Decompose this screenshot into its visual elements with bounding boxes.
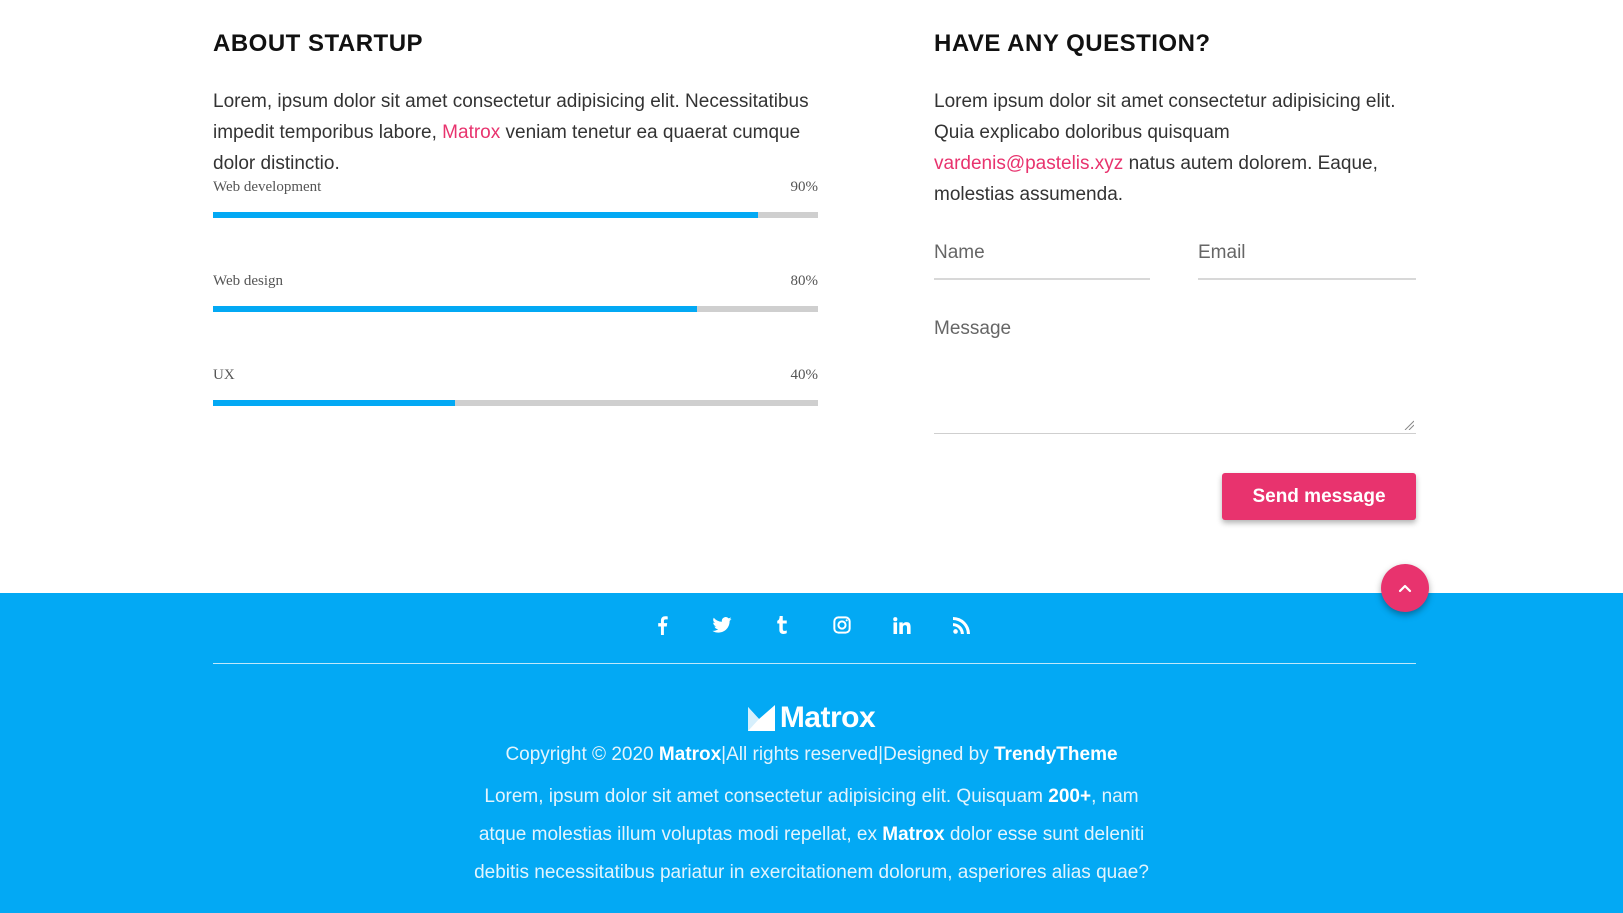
skill-ux: UX 40% bbox=[213, 367, 818, 461]
contact-title: HAVE ANY QUESTION? bbox=[934, 30, 1211, 57]
about-highlight-link[interactable]: Matrox bbox=[442, 122, 500, 143]
tumblr-icon[interactable] bbox=[752, 610, 812, 640]
progress-track bbox=[213, 400, 818, 406]
footer: Matrox Copyright © 2020 Matrox|All right… bbox=[0, 593, 1623, 913]
email-placeholder: Email bbox=[1198, 242, 1246, 263]
progress-fill bbox=[213, 400, 455, 406]
skill-web-development: Web development 90% bbox=[213, 179, 818, 273]
contact-column: HAVE ANY QUESTION? Lorem ipsum dolor sit… bbox=[934, 30, 1416, 520]
matrox-logo-icon bbox=[747, 705, 775, 731]
progress-track bbox=[213, 212, 818, 218]
skill-web-design: Web design 80% bbox=[213, 273, 818, 367]
email-field[interactable]: Email bbox=[1198, 242, 1416, 280]
contact-text: Lorem ipsum dolor sit amet consectetur a… bbox=[934, 91, 1396, 205]
chevron-up-icon bbox=[1398, 584, 1412, 593]
footer-divider bbox=[213, 663, 1416, 664]
facebook-icon[interactable] bbox=[632, 610, 692, 640]
instagram-icon[interactable] bbox=[812, 610, 872, 640]
name-placeholder: Name bbox=[934, 242, 985, 263]
footer-logo[interactable]: Matrox bbox=[0, 701, 1623, 735]
copyright: Copyright © 2020 Matrox|All rights reser… bbox=[505, 744, 1118, 765]
skill-label: UX bbox=[213, 367, 235, 383]
about-column: ABOUT STARTUP Lorem, ipsum dolor sit ame… bbox=[213, 30, 818, 461]
send-message-button[interactable]: Send message bbox=[1222, 473, 1416, 520]
footer-description: Lorem, ipsum dolor sit amet consectetur … bbox=[474, 786, 1149, 883]
designer-link[interactable]: TrendyTheme bbox=[994, 744, 1118, 765]
about-title: ABOUT STARTUP bbox=[213, 30, 424, 57]
skill-label: Web development bbox=[213, 179, 322, 195]
about-text: Lorem, ipsum dolor sit amet consectetur … bbox=[213, 91, 809, 174]
skill-percent: 80% bbox=[790, 273, 819, 289]
linkedin-icon[interactable] bbox=[872, 610, 932, 640]
logo-text: Matrox bbox=[779, 701, 876, 734]
skill-percent: 90% bbox=[790, 179, 819, 195]
message-placeholder: Message bbox=[934, 318, 1012, 339]
progress-fill bbox=[213, 212, 758, 218]
message-field[interactable]: Message bbox=[934, 318, 1416, 434]
scroll-top-button[interactable] bbox=[1381, 564, 1429, 612]
progress-track bbox=[213, 306, 818, 312]
progress-fill bbox=[213, 306, 697, 312]
contact-email-link[interactable]: vardenis@pastelis.xyz bbox=[934, 153, 1123, 174]
resize-grip-icon[interactable] bbox=[1404, 420, 1414, 430]
twitter-icon[interactable] bbox=[692, 610, 752, 640]
rss-icon[interactable] bbox=[932, 610, 992, 640]
social-links bbox=[0, 610, 1623, 640]
name-field[interactable]: Name bbox=[934, 242, 1150, 280]
copyright-brand: Matrox bbox=[658, 744, 722, 765]
skill-percent: 40% bbox=[790, 367, 819, 383]
skill-label: Web design bbox=[213, 273, 284, 289]
content-section: ABOUT STARTUP Lorem, ipsum dolor sit ame… bbox=[0, 0, 1623, 593]
